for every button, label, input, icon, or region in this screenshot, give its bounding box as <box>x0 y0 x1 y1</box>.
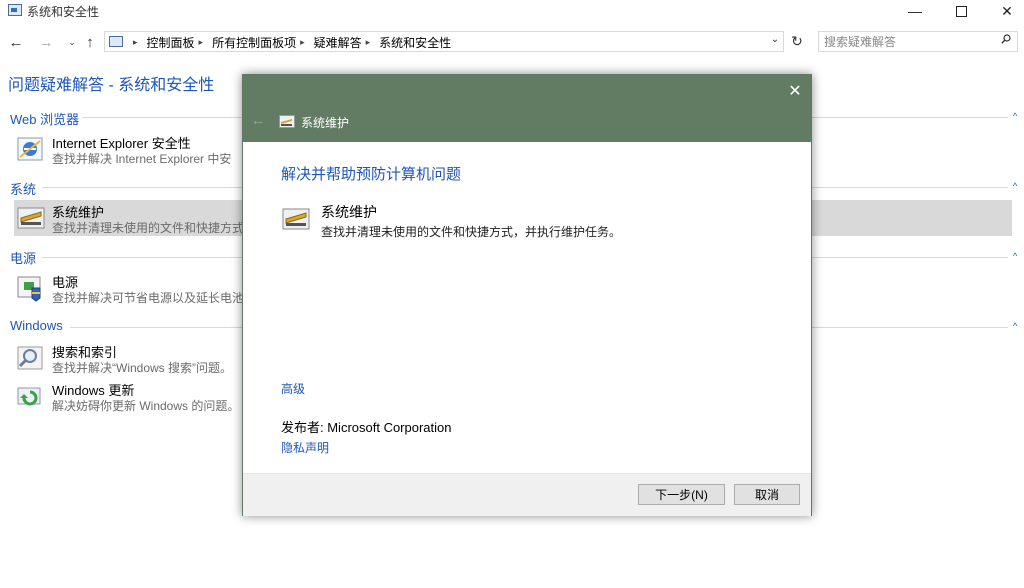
close-dialog-button[interactable]: ✕ <box>783 81 807 101</box>
troubleshooter-title: 系统维护 <box>321 204 377 220</box>
dialog-heading: 解决并帮助预防计算机问题 <box>281 166 462 183</box>
system-maintenance-icon <box>17 207 45 229</box>
breadcrumb: ▸ 控制面板 ▸ 所有控制面板项 ▸ 疑难解答 ▸ 系统和安全性 <box>129 34 451 51</box>
dialog-footer: 下一步(N) 取消 <box>243 473 811 516</box>
minimize-button[interactable]: — <box>892 0 938 22</box>
navigation-bar: ← → ⌄ ↑ ▸ 控制面板 ▸ 所有控制面板项 ▸ 疑难解答 ▸ 系统和安全性… <box>0 28 1024 56</box>
close-icon: ✕ <box>788 83 802 100</box>
title-bar: 系统和安全性 — ✕ <box>0 0 1024 22</box>
chevron-right-icon[interactable]: ▸ <box>366 37 371 48</box>
refresh-button[interactable]: ↻ <box>786 31 808 52</box>
collapse-chevron-icon[interactable]: ^ <box>1013 251 1017 261</box>
dialog-header: ✕ ← 系统维护 <box>243 75 811 142</box>
windows-update-icon <box>17 387 41 406</box>
forward-button[interactable]: → <box>36 28 56 56</box>
control-panel-icon <box>8 4 22 16</box>
close-window-button[interactable]: ✕ <box>984 0 1024 22</box>
cancel-button[interactable]: 取消 <box>734 484 800 505</box>
collapse-chevron-icon[interactable]: ^ <box>1013 111 1017 121</box>
item-description: 查找并清理未使用的文件和快捷方式 <box>52 221 245 235</box>
minimize-icon: — <box>908 3 922 19</box>
publisher-label: 发布者: Microsoft Corporation <box>281 420 452 435</box>
back-button[interactable]: ← <box>6 28 26 56</box>
up-arrow-icon: ↑ <box>86 33 94 51</box>
close-icon: ✕ <box>1001 2 1013 19</box>
refresh-icon: ↻ <box>791 33 803 49</box>
back-arrow-icon: ← <box>251 112 265 128</box>
breadcrumb-item[interactable]: 控制面板 <box>147 34 195 51</box>
maximize-icon <box>955 5 967 17</box>
breadcrumb-item[interactable]: 系统和安全性 <box>379 34 451 51</box>
next-button[interactable]: 下一步(N) <box>638 484 725 505</box>
troubleshooter-description: 查找并清理未使用的文件和快捷方式，并执行维护任务。 <box>321 225 622 239</box>
maximize-button[interactable] <box>938 0 984 22</box>
category-title: Web 浏览器 <box>10 112 80 127</box>
power-icon <box>17 276 41 302</box>
breadcrumb-item[interactable]: 所有控制面板项 <box>212 34 296 51</box>
troubleshooter-dialog: ✕ ← 系统维护 解决并帮助预防计算机问题 系统维护 查找并清理未使用的文件和快… <box>242 74 812 516</box>
recent-locations-button[interactable]: ⌄ <box>62 28 82 56</box>
chevron-right-icon[interactable]: ▸ <box>300 37 305 48</box>
ie-security-icon <box>17 137 43 161</box>
category-title: 电源 <box>10 251 37 266</box>
collapse-chevron-icon[interactable]: ^ <box>1013 321 1017 331</box>
dialog-back-button[interactable]: ← <box>251 112 265 128</box>
system-maintenance-icon <box>282 208 310 230</box>
system-maintenance-icon <box>279 115 295 128</box>
up-button[interactable]: ↑ <box>80 28 100 56</box>
forward-arrow-icon: → <box>38 33 54 51</box>
advanced-link[interactable]: 高级 <box>281 380 305 397</box>
search-input[interactable] <box>819 32 1000 51</box>
item-description: 查找并解决可节省电源以及延长电池 <box>52 291 245 305</box>
window-title: 系统和安全性 <box>27 5 100 19</box>
control-panel-icon <box>109 36 123 47</box>
chevron-right-icon[interactable]: ▸ <box>199 37 204 48</box>
item-description: 查找并解决 Internet Explorer 中安 <box>52 152 232 166</box>
address-bar[interactable]: ▸ 控制面板 ▸ 所有控制面板项 ▸ 疑难解答 ▸ 系统和安全性 ⌄ <box>104 31 784 52</box>
item-description: 查找并解决“Windows 搜索”问题。 <box>52 361 233 375</box>
category-title: Windows <box>10 318 63 333</box>
page-title: 问题疑难解答 - 系统和安全性 <box>8 77 215 94</box>
search-box[interactable] <box>818 31 1018 52</box>
search-indexing-icon <box>17 346 43 370</box>
chevron-down-icon: ⌄ <box>68 36 76 47</box>
privacy-statement-link[interactable]: 隐私声明 <box>281 439 329 456</box>
item-description: 解决妨碍你更新 Windows 的问题。 <box>52 399 240 413</box>
back-arrow-icon: ← <box>8 33 24 51</box>
chevron-right-icon[interactable]: ▸ <box>133 37 138 48</box>
breadcrumb-item[interactable]: 疑难解答 <box>314 34 362 51</box>
category-title: 系统 <box>10 182 37 197</box>
address-dropdown-icon[interactable]: ⌄ <box>767 34 783 45</box>
search-icon[interactable] <box>1001 34 1011 44</box>
dialog-header-title: 系统维护 <box>301 116 350 130</box>
collapse-chevron-icon[interactable]: ^ <box>1013 181 1017 191</box>
